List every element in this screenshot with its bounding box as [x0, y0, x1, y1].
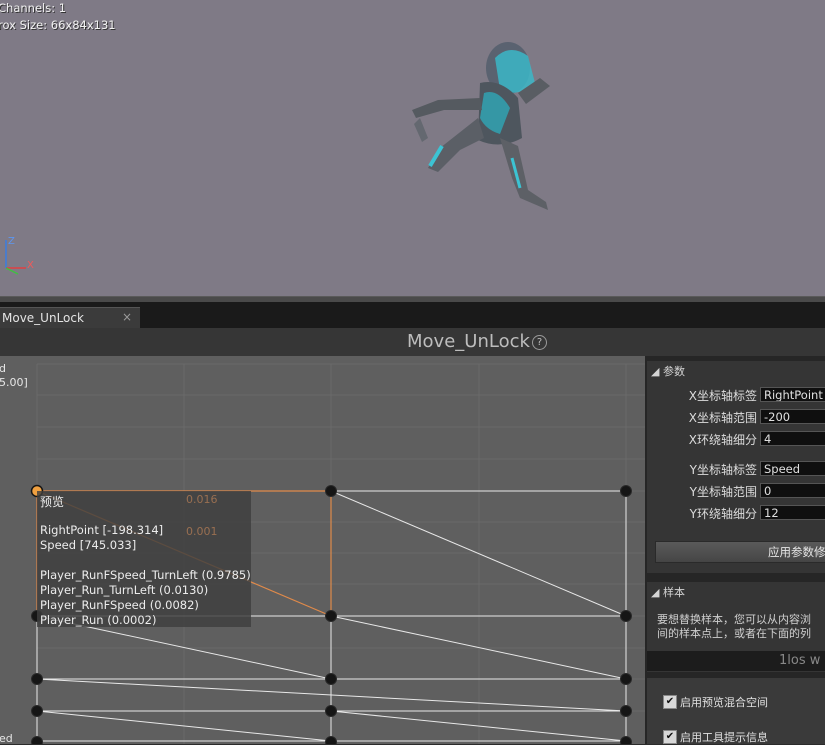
sample-point[interactable]	[325, 705, 337, 717]
sample-point[interactable]	[31, 673, 43, 685]
tooltip-weight: Player_RunFSpeed (0.0082)	[40, 598, 199, 612]
y-axis-max: 5.00]	[0, 376, 28, 389]
tooltip-weight: Player_Run_TurnLeft (0.0130)	[40, 583, 209, 597]
x-axis-label-input[interactable]: RightPoint	[760, 387, 825, 402]
tooltip-x-coord: RightPoint [-198.314]	[40, 523, 164, 537]
sample-point[interactable]	[620, 610, 632, 622]
help-icon[interactable]: ?	[532, 335, 547, 350]
options-panel: ✔ 启用预览混合空间 ✔ 启用工具提示信息	[647, 678, 825, 744]
x-axis-range-input[interactable]: -200	[760, 409, 825, 424]
tooltip-weight: Player_RunFSpeed_TurnLeft (0.9785)	[40, 568, 251, 582]
params-header-label: 参数	[662, 365, 685, 378]
preview-viewport[interactable]: Channels: 1 rox Size: 66x84x131 Z X	[0, 0, 825, 296]
y-axis-name: d	[0, 362, 6, 375]
tab-bar: Move_UnLock ×	[0, 302, 825, 330]
y-axis-range-label: Y坐标轴范围	[689, 485, 757, 499]
sample-point[interactable]	[620, 673, 632, 685]
y-axis-bottom-label: ed	[0, 732, 13, 744]
collapse-triangle-icon: ◢	[651, 365, 663, 378]
x-divisions-label: X环绕轴细分	[688, 433, 757, 447]
tooltip-title: 预览	[40, 495, 65, 509]
collapse-triangle-icon: ◢	[651, 586, 663, 599]
sample-point[interactable]	[325, 610, 337, 622]
samples-desc-line: 间的样本点上，或者在下面的列	[657, 627, 811, 640]
enable-preview-blend-label: 启用预览混合空间	[680, 696, 768, 709]
samples-section-header[interactable]: ◢ 样本	[651, 584, 685, 600]
sample-point[interactable]	[620, 736, 632, 745]
x-divisions-input[interactable]: 4	[760, 431, 825, 446]
sample-point[interactable]	[325, 673, 337, 685]
y-axis-range-input[interactable]: 0	[760, 483, 825, 498]
preview-tooltip: 预览 RightPoint [-198.314] Speed [745.033]…	[37, 491, 251, 627]
sample-point[interactable]	[31, 736, 43, 745]
checkmark-icon: ✔	[663, 695, 677, 709]
enable-tooltips-label: 启用工具提示信息	[680, 731, 768, 744]
apply-params-button[interactable]: 应用参数修	[655, 541, 825, 563]
character-preview	[412, 42, 550, 210]
sample-point[interactable]	[620, 705, 632, 717]
sample-point[interactable]	[325, 485, 337, 497]
tab-label: Move_UnLock	[2, 311, 84, 325]
details-panel: ◢ 参数 X坐标轴标签 RightPoint X坐标轴范围 -200 X环绕轴细…	[645, 356, 825, 744]
params-section-header[interactable]: ◢ 参数	[651, 363, 685, 379]
x-axis-label-label: X坐标轴标签	[688, 389, 757, 403]
y-divisions-label: Y环绕轴细分	[689, 507, 757, 521]
asset-title: Move_UnLock	[407, 331, 530, 352]
y-axis-label-input[interactable]: Speed	[760, 461, 825, 476]
ghost-weight-label: 0.016	[186, 493, 218, 506]
y-axis-label-label: Y坐标轴标签	[689, 463, 757, 477]
x-axis-range-label: X坐标轴范围	[688, 411, 757, 425]
gizmo-z-label: Z	[8, 236, 15, 247]
blend-space-graph[interactable]: d 5.00] ed 预览 RightPoint [-198.314] Spee…	[0, 356, 645, 744]
apply-params-label: 应用参数修	[768, 545, 825, 559]
y-divisions-input[interactable]: 12	[760, 505, 825, 520]
ghost-weight-label: 0.001	[186, 525, 218, 538]
samples-header-label: 样本	[662, 586, 685, 599]
asset-title-bar: Move_UnLock ?	[0, 328, 825, 356]
checkmark-icon: ✔	[663, 730, 677, 744]
gizmo-x-label: X	[27, 260, 34, 271]
viewport-stat-channels: Channels: 1	[0, 1, 67, 15]
viewport-stat-size: rox Size: 66x84x131	[0, 18, 116, 32]
sample-point[interactable]	[325, 736, 337, 745]
samples-list[interactable]: 1los w	[647, 651, 825, 671]
samples-list-hint: 1los w	[779, 653, 821, 668]
tooltip-weight: Player_Run (0.0002)	[40, 613, 157, 627]
sample-point[interactable]	[620, 485, 632, 497]
axis-gizmo: Z X	[5, 236, 34, 275]
close-icon[interactable]: ×	[122, 310, 132, 324]
tooltip-y-coord: Speed [745.033]	[40, 538, 137, 552]
sample-point[interactable]	[31, 705, 43, 717]
tab-move-unlock[interactable]: Move_UnLock ×	[0, 307, 140, 330]
